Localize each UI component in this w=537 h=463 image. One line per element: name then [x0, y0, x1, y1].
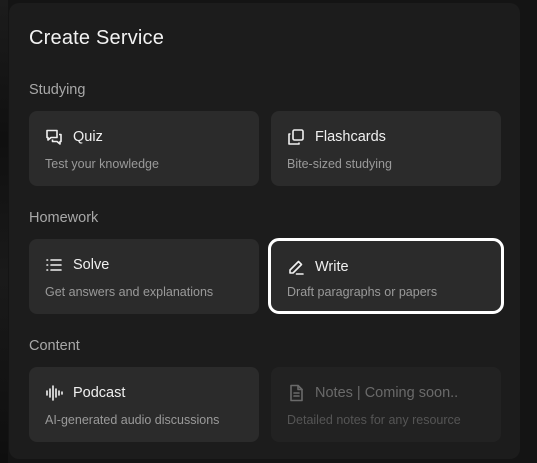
write-card[interactable]: Write Draft paragraphs or papers	[268, 238, 504, 314]
podcast-title: Podcast	[73, 385, 126, 401]
backdrop	[0, 0, 8, 463]
podcast-card[interactable]: Podcast AI-generated audio discussions	[29, 367, 259, 442]
quiz-description: Test your knowledge	[45, 157, 159, 171]
quiz-title: Quiz	[73, 129, 103, 145]
solve-card[interactable]: Solve Get answers and explanations	[29, 239, 259, 314]
stacked-cards-icon	[287, 128, 305, 146]
solve-description: Get answers and explanations	[45, 285, 214, 299]
section-label-studying: Studying	[29, 82, 86, 98]
list-icon	[45, 256, 63, 274]
solve-title: Solve	[73, 257, 110, 273]
dialog-title: Create Service	[29, 27, 165, 49]
section-label-content: Content	[29, 338, 80, 354]
document-icon	[287, 384, 305, 402]
notes-card: Notes | Coming soon.. Detailed notes for…	[271, 367, 501, 442]
flashcards-card[interactable]: Flashcards Bite-sized studying	[271, 111, 501, 186]
audio-wave-icon	[45, 384, 63, 402]
pencil-icon	[287, 258, 305, 276]
chat-bubbles-icon	[45, 128, 63, 146]
write-description: Draft paragraphs or papers	[287, 285, 438, 299]
podcast-description: AI-generated audio discussions	[45, 413, 220, 427]
write-title: Write	[315, 259, 349, 275]
flashcards-description: Bite-sized studying	[287, 157, 392, 171]
quiz-card[interactable]: Quiz Test your knowledge	[29, 111, 259, 186]
create-service-dialog: Create Service Studying Quiz Test your k…	[9, 3, 520, 459]
section-label-homework: Homework	[29, 210, 99, 226]
flashcards-title: Flashcards	[315, 129, 386, 145]
notes-description: Detailed notes for any resource	[287, 413, 461, 427]
notes-title: Notes | Coming soon..	[315, 385, 459, 401]
